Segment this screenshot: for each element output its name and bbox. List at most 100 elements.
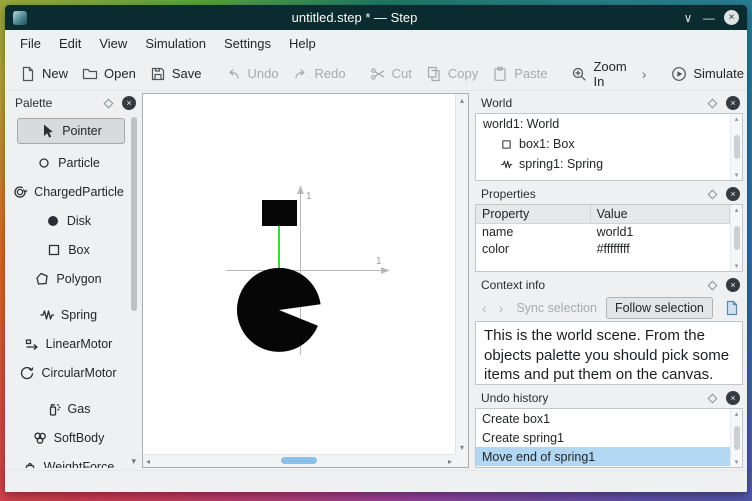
forward-icon[interactable]: › <box>495 300 508 316</box>
titlebar[interactable]: untitled.step * — Step ∨ — × <box>5 5 747 30</box>
scroll-down-icon[interactable]: ▾ <box>735 262 739 270</box>
scene-view[interactable]: 1 1 <box>143 94 455 454</box>
scroll-left-icon[interactable]: ◂ <box>146 457 150 466</box>
scroll-up-icon[interactable]: ▴ <box>735 206 739 214</box>
list-item[interactable]: Create spring1 <box>476 428 730 447</box>
minimize-button[interactable]: — <box>700 11 718 25</box>
toolbar-overflow-chevron[interactable]: › <box>634 66 655 82</box>
palette-item-softbody[interactable]: SoftBody <box>9 423 139 452</box>
simulate-button[interactable]: Simulate ▾ <box>664 61 747 87</box>
menu-simulation[interactable]: Simulation <box>136 32 215 55</box>
palette-item-polygon[interactable]: Polygon <box>9 264 139 293</box>
scroll-down-icon[interactable]: ▾ <box>735 171 739 179</box>
float-panel-icon[interactable] <box>707 189 718 199</box>
palette-scrollbar[interactable] <box>130 117 138 452</box>
palette-item-box[interactable]: Box <box>9 235 139 264</box>
column-header-property[interactable]: Property <box>476 205 591 224</box>
tree-item-label: box1: Box <box>519 137 575 151</box>
status-bar <box>5 470 747 492</box>
zoom-in-button[interactable]: Zoom In <box>564 54 633 94</box>
open-button[interactable]: Open <box>75 61 143 87</box>
list-item-selected[interactable]: Move end of spring1 <box>476 447 730 466</box>
menu-edit[interactable]: Edit <box>50 32 90 55</box>
paste-button[interactable]: Paste <box>485 61 554 87</box>
menu-settings[interactable]: Settings <box>215 32 280 55</box>
follow-selection-button[interactable]: Follow selection <box>605 297 713 319</box>
tree-item-box1[interactable]: box1: Box <box>476 134 742 154</box>
close-panel-button[interactable]: × <box>122 96 136 110</box>
undo-scrollbar[interactable]: ▴ ▾ <box>730 409 742 467</box>
main-area: Palette × Pointer Particle ChargedPartic… <box>5 91 747 492</box>
scroll-down-icon[interactable]: ▾ <box>735 458 739 466</box>
properties-table-wrap: Property Value name world1 color #ffffff… <box>475 204 743 272</box>
property-value-cell[interactable]: world1 <box>590 224 729 241</box>
close-panel-button[interactable]: × <box>726 96 740 110</box>
palette-item-spring[interactable]: Spring <box>9 300 139 329</box>
canvas-hscroll-thumb[interactable] <box>281 457 317 464</box>
column-header-value[interactable]: Value <box>590 205 731 224</box>
document-save-icon <box>151 67 164 80</box>
palette-scroll-down-icon[interactable]: ▾ <box>131 456 136 467</box>
float-panel-icon[interactable] <box>707 393 718 403</box>
properties-scrollbar-thumb[interactable] <box>733 226 740 250</box>
palette-item-particle[interactable]: Particle <box>9 148 139 177</box>
box1-object[interactable] <box>262 200 297 226</box>
palette-item-circularmotor[interactable]: CircularMotor <box>9 358 139 387</box>
undo-scrollbar-thumb[interactable] <box>733 426 740 450</box>
tree-item-spring1[interactable]: spring1: Spring <box>476 154 742 174</box>
open-button-label: Open <box>104 66 136 81</box>
scroll-up-icon[interactable]: ▴ <box>735 115 739 123</box>
canvas-horizontal-scrollbar[interactable]: ◂ ▸ <box>143 454 455 467</box>
palette-item-chargedparticle[interactable]: ChargedParticle <box>9 177 139 206</box>
open-in-browser-icon[interactable] <box>724 300 740 316</box>
palette-item-linearmotor[interactable]: LinearMotor <box>9 329 139 358</box>
scroll-up-icon[interactable]: ▴ <box>460 96 464 105</box>
canvas-vertical-scrollbar[interactable]: ▴ ▾ <box>455 94 468 454</box>
menu-view[interactable]: View <box>90 32 136 55</box>
properties-scrollbar[interactable]: ▴ ▾ <box>730 205 742 271</box>
undo-button[interactable]: Undo <box>218 61 285 87</box>
redo-button[interactable]: Redo <box>286 61 353 87</box>
property-value-cell[interactable]: #ffffffff <box>590 241 729 258</box>
table-row[interactable]: name world1 <box>476 224 730 241</box>
close-panel-button[interactable]: × <box>726 391 740 405</box>
palette-item-label: WeightForce <box>43 459 115 469</box>
palette-item-gas[interactable]: Gas <box>9 394 139 423</box>
palette-panel: Palette × Pointer Particle ChargedPartic… <box>9 93 139 468</box>
menu-help[interactable]: Help <box>280 32 325 55</box>
world-scrollbar[interactable]: ▴ ▾ <box>730 114 742 180</box>
scroll-up-icon[interactable]: ▴ <box>735 410 739 418</box>
close-panel-button[interactable]: × <box>726 187 740 201</box>
palette-scrollbar-thumb[interactable] <box>131 117 137 312</box>
scroll-down-icon[interactable]: ▾ <box>460 443 464 452</box>
palette-item-disk[interactable]: Disk <box>9 206 139 235</box>
table-row[interactable]: color #ffffffff <box>476 241 730 258</box>
palette-item-pointer[interactable]: Pointer <box>17 118 125 144</box>
scroll-right-icon[interactable]: ▸ <box>448 457 452 466</box>
float-panel-icon[interactable] <box>707 280 718 290</box>
palette-item-label: CircularMotor <box>41 365 117 380</box>
shade-button[interactable]: ∨ <box>679 11 697 25</box>
tree-item-world1[interactable]: world1: World <box>476 114 742 134</box>
undo-panel-header: Undo history × <box>475 388 743 408</box>
float-panel-icon[interactable] <box>707 98 718 108</box>
app-icon <box>13 10 27 25</box>
disk-object[interactable] <box>236 267 321 352</box>
properties-panel: Properties × Property Value name world1 … <box>475 184 743 272</box>
palette-item-label: SoftBody <box>53 430 105 445</box>
menu-file[interactable]: File <box>11 32 50 55</box>
float-panel-icon[interactable] <box>103 98 114 108</box>
copy-button[interactable]: Copy <box>419 61 485 87</box>
cut-button[interactable]: Cut <box>363 61 419 87</box>
sync-selection-button[interactable]: Sync selection <box>511 298 602 318</box>
palette-item-weightforce[interactable]: WeightForce <box>9 452 139 468</box>
close-button[interactable]: × <box>724 10 739 25</box>
back-icon[interactable]: ‹ <box>478 300 491 316</box>
save-button[interactable]: Save <box>143 61 209 87</box>
scene-canvas[interactable]: 1 1 ▴ ▾ ◂ ▸ <box>142 93 469 468</box>
list-item[interactable]: Create box1 <box>476 409 730 428</box>
close-panel-button[interactable]: × <box>726 278 740 292</box>
new-button[interactable]: New <box>13 61 75 87</box>
palette-item-label: Disk <box>66 213 92 228</box>
world-scrollbar-thumb[interactable] <box>733 135 740 159</box>
